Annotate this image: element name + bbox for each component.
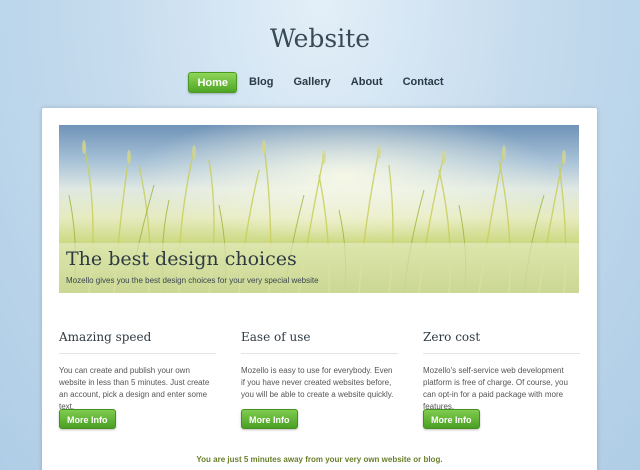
hero-title: The best design choices xyxy=(66,248,297,270)
more-info-button[interactable]: More Info xyxy=(59,409,116,429)
nav-item-blog[interactable]: Blog xyxy=(241,72,281,93)
hero-banner: The best design choices Mozello gives yo… xyxy=(59,125,579,293)
feature-zero-cost: Zero cost Mozello's self-service web dev… xyxy=(423,330,580,429)
feature-title: Ease of use xyxy=(241,330,398,354)
feature-text: Mozello's self-service web development p… xyxy=(423,366,568,411)
site-title: Website xyxy=(269,24,371,53)
feature-text: You can create and publish your own webs… xyxy=(59,366,210,411)
main-nav: Home Blog Gallery About Contact xyxy=(0,72,640,93)
feature-amazing-speed: Amazing speed You can create and publish… xyxy=(59,330,216,429)
nav-item-gallery[interactable]: Gallery xyxy=(285,72,338,93)
feature-ease-of-use: Ease of use Mozello is easy to use for e… xyxy=(241,330,398,429)
hero-caption: The best design choices Mozello gives yo… xyxy=(59,243,579,293)
nav-item-home[interactable]: Home xyxy=(188,72,238,93)
feature-title: Amazing speed xyxy=(59,330,216,354)
more-info-button[interactable]: More Info xyxy=(241,409,298,429)
more-info-button[interactable]: More Info xyxy=(423,409,480,429)
footer-tagline: You are just 5 minutes away from your ve… xyxy=(196,455,443,464)
feature-title: Zero cost xyxy=(423,330,580,354)
nav-item-about[interactable]: About xyxy=(343,72,391,93)
nav-item-contact[interactable]: Contact xyxy=(395,72,452,93)
content-panel: The best design choices Mozello gives yo… xyxy=(42,108,597,470)
feature-text: Mozello is easy to use for everybody. Ev… xyxy=(241,366,394,399)
hero-subtitle: Mozello gives you the best design choice… xyxy=(66,276,319,285)
